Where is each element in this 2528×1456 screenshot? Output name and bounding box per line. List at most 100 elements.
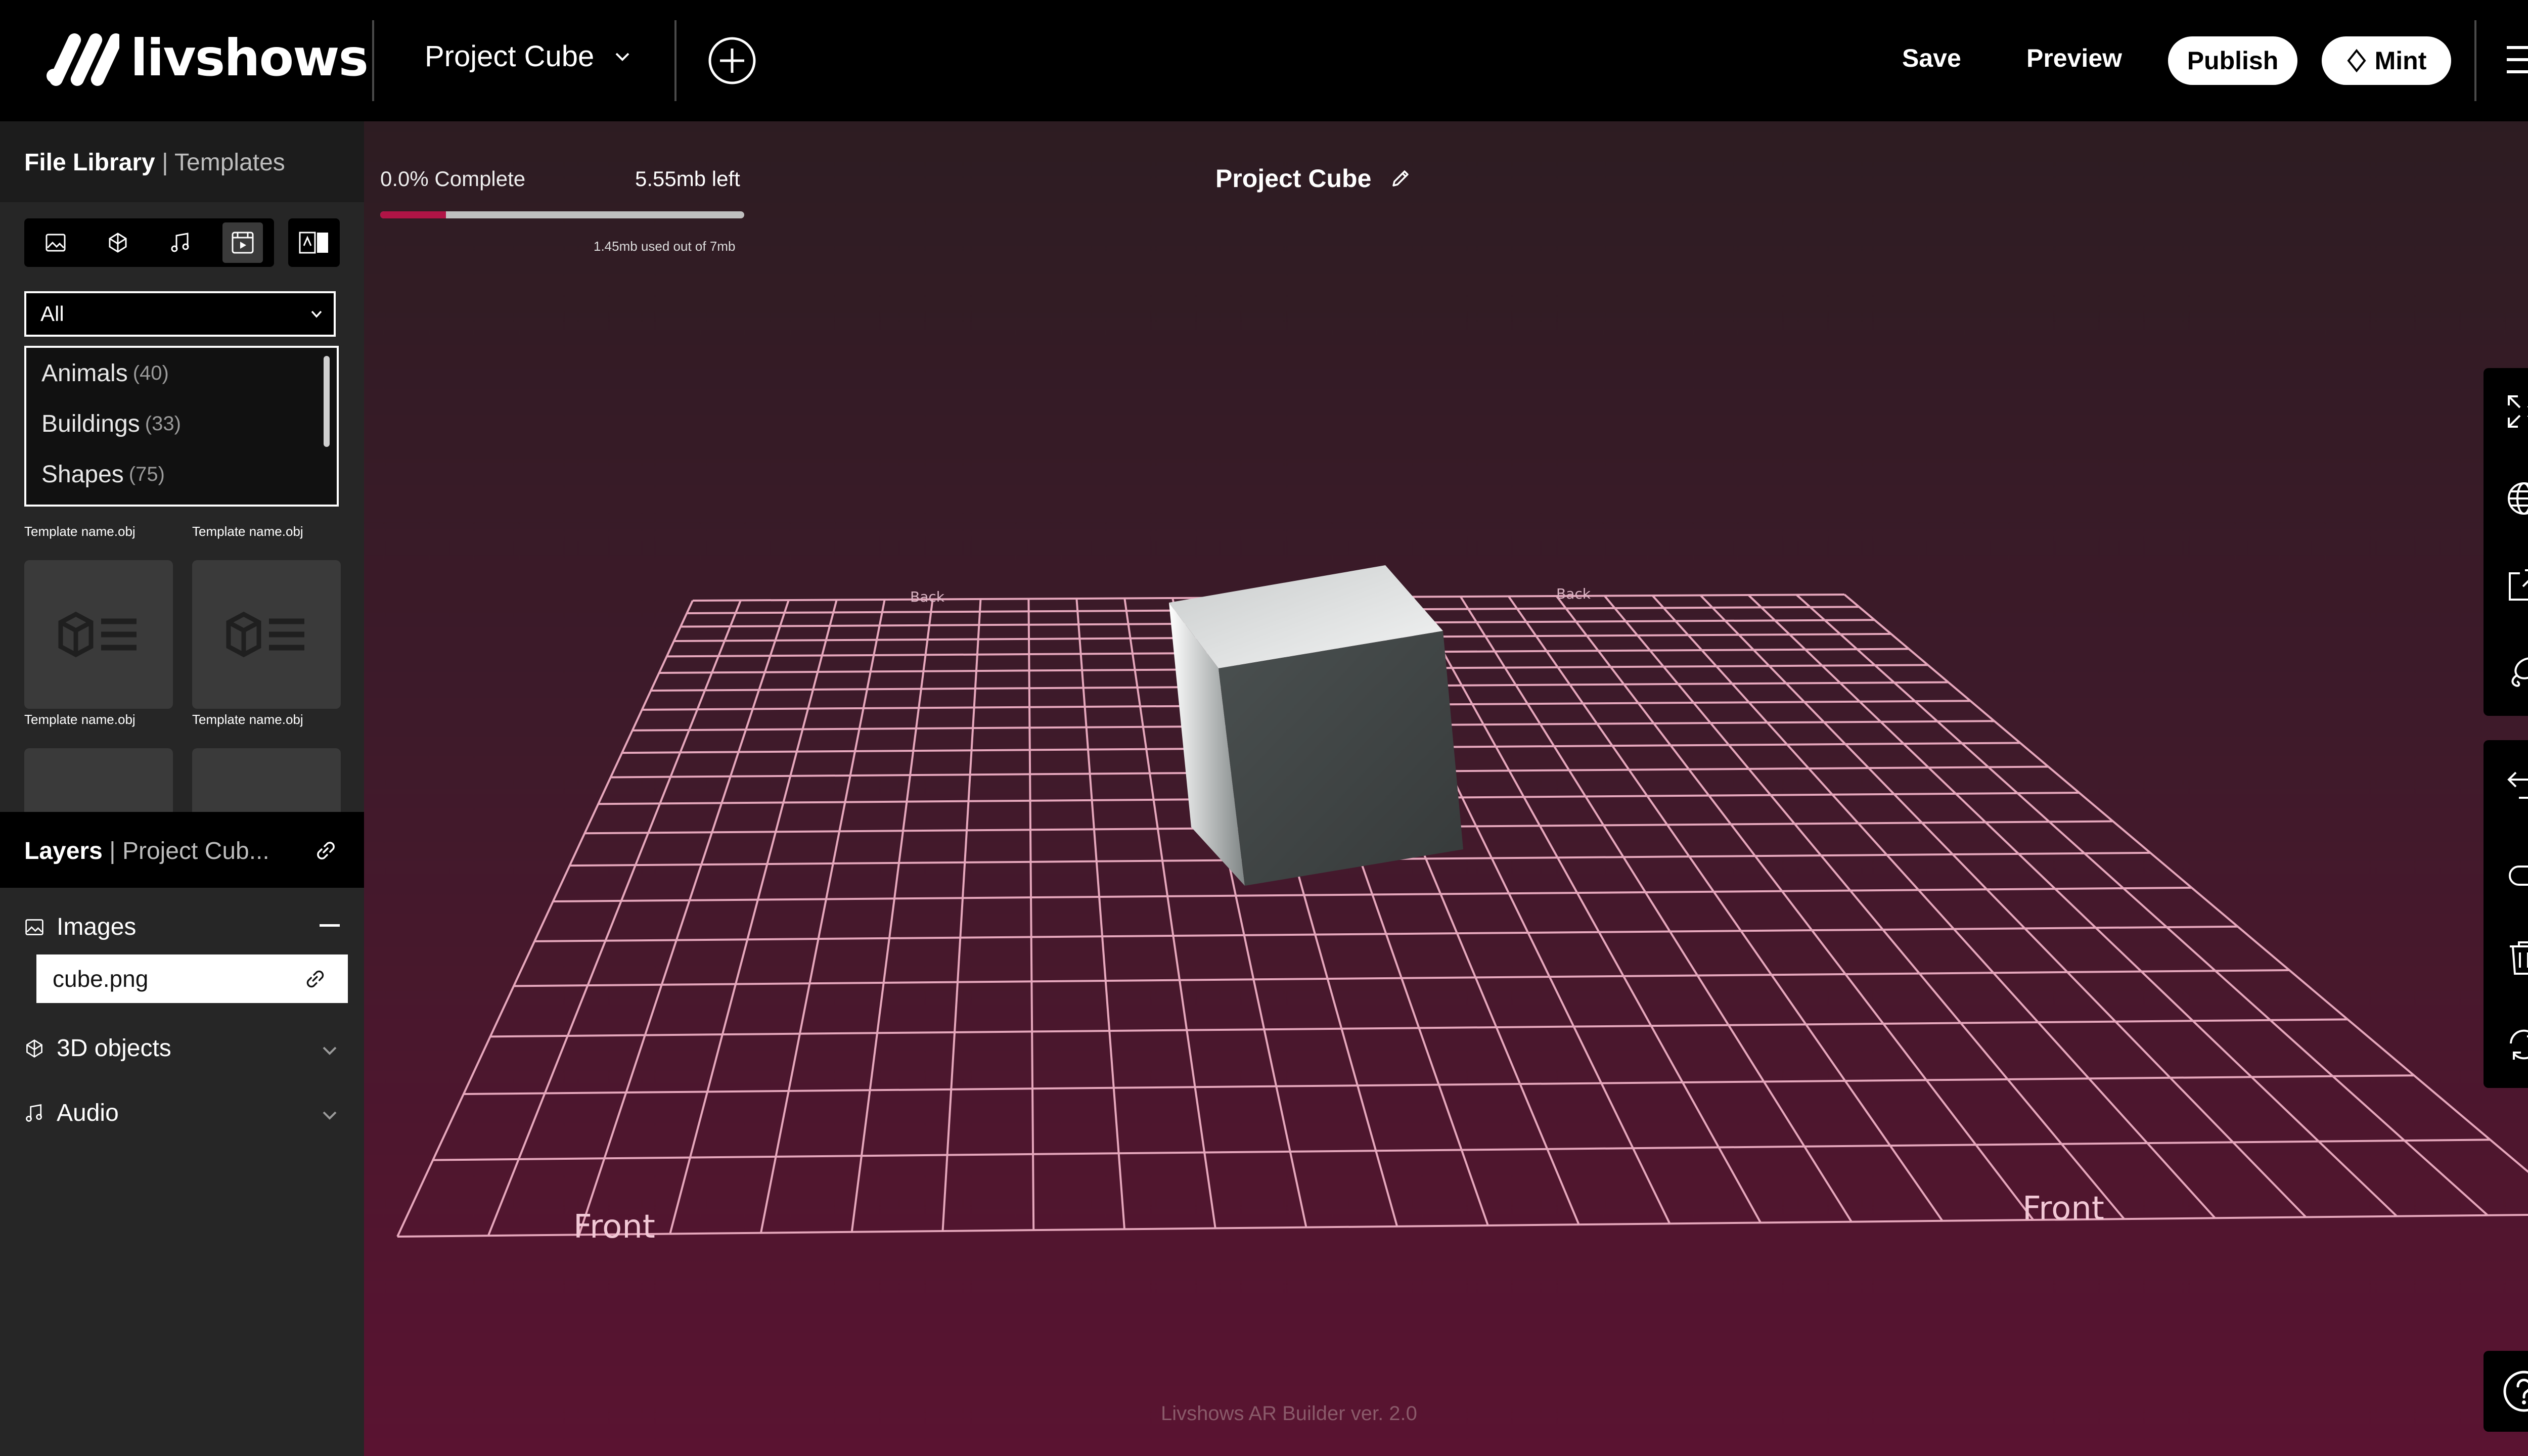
resize-icon (2509, 569, 2528, 601)
storage-left: 5.55mb left (635, 167, 740, 191)
layer-group-images[interactable]: Images (24, 913, 340, 941)
version-label: Livshows AR Builder ver. 2.0 (1161, 1402, 1417, 1425)
grid-line (487, 600, 742, 1236)
publish-label: Publish (2187, 47, 2279, 75)
category-selected: All (40, 302, 64, 326)
category-option-animals[interactable]: Animals (40) (26, 348, 337, 398)
menu-button[interactable] (2506, 44, 2528, 75)
project-select[interactable]: Project Cube (425, 39, 633, 73)
canvas-title: Project Cube (1215, 164, 1412, 193)
chevron-down-icon[interactable] (320, 1040, 340, 1061)
tile-label: Template name.obj (192, 524, 303, 539)
grid-line (850, 599, 934, 1233)
lasso-icon (2511, 657, 2528, 687)
layers-link-button[interactable] (312, 837, 339, 863)
dropdown-scrollbar[interactable] (324, 356, 330, 447)
tile-label: Template name.obj (192, 712, 303, 727)
filter-ar[interactable] (288, 218, 340, 267)
undo-button[interactable] (2484, 740, 2528, 827)
filter-audio[interactable] (160, 222, 201, 263)
mint-label: Mint (2374, 47, 2427, 75)
3d-model-icon (58, 611, 137, 658)
layer-group-label: 3D objects (57, 1035, 171, 1062)
category-select[interactable]: All (24, 291, 336, 337)
tile-label: Template name.obj (24, 712, 136, 727)
progress-bar (380, 211, 744, 218)
pencil-icon[interactable] (1389, 167, 1412, 190)
grid-front-label: Front (573, 1208, 655, 1246)
undo-icon (2507, 771, 2528, 799)
grid-line (534, 925, 2238, 942)
template-tile[interactable] (24, 748, 173, 812)
reset-button[interactable] (2484, 1001, 2528, 1088)
save-button[interactable]: Save (1902, 43, 1961, 73)
chevron-down-icon (615, 53, 629, 61)
layer-group-audio[interactable]: Audio (24, 1099, 340, 1127)
add-button[interactable] (707, 35, 757, 86)
category-option-buildings[interactable]: Buildings (33) (26, 398, 337, 449)
grid-line (396, 600, 694, 1237)
link-icon[interactable] (302, 966, 328, 991)
delete-button[interactable] (2484, 914, 2528, 1001)
grid-line (1507, 596, 1944, 1221)
header-divider (372, 20, 374, 101)
tab-file-library[interactable]: File Library (24, 149, 155, 176)
header-divider (674, 20, 676, 101)
layers-project-name: Project Cub... (122, 838, 269, 864)
category-option-shapes[interactable]: Shapes (75) (26, 449, 337, 499)
grid-line (578, 600, 790, 1235)
mint-button[interactable]: Mint (2322, 36, 2451, 85)
tab-templates[interactable]: Templates (174, 149, 285, 176)
header-divider (2474, 20, 2476, 101)
template-tile[interactable] (192, 748, 341, 812)
grid-back-label: Back (1556, 585, 1591, 602)
preview-button[interactable]: Preview (2026, 43, 2122, 73)
layers-title: Layers | Project Cub... (24, 838, 269, 864)
grid-line (1027, 599, 1035, 1231)
layers-label: Layers (24, 838, 103, 864)
filter-video[interactable] (222, 222, 263, 263)
filter-images[interactable] (35, 222, 76, 263)
lasso-button[interactable] (2484, 629, 2528, 716)
layer-group-label: Images (57, 914, 137, 940)
filter-3d-objects[interactable] (98, 222, 138, 263)
layer-group-label: Audio (57, 1100, 119, 1126)
diamond-icon (2347, 49, 2366, 73)
grid-line (1747, 594, 2398, 1217)
grid-line (1603, 595, 2125, 1220)
hamburger-menu-icon (2507, 46, 2528, 73)
music-note-icon (26, 1104, 42, 1122)
redo-button[interactable] (2484, 827, 2528, 914)
layer-item[interactable]: cube.png (36, 954, 348, 1003)
file-type-filter (24, 218, 274, 267)
image-icon (46, 234, 66, 252)
scale-button[interactable] (2484, 542, 2528, 629)
layer-group-3d-objects[interactable]: 3D objects (24, 1034, 340, 1062)
tab-separator: | (162, 149, 168, 176)
collapse-icon[interactable] (320, 924, 340, 927)
3d-model-icon (226, 611, 304, 658)
help-button[interactable] (2484, 1351, 2528, 1432)
top-bar (0, 0, 2528, 121)
progress-label: 0.0% Complete (380, 167, 526, 191)
fullscreen-button[interactable] (2484, 368, 2528, 455)
grid-line (397, 1214, 2528, 1238)
cube-object[interactable] (1169, 565, 1463, 886)
3d-object-icon (109, 233, 127, 253)
logo[interactable]: livshows (43, 27, 369, 88)
grid-line (490, 1018, 2348, 1038)
grid-line (941, 599, 982, 1232)
grid-line (1412, 596, 1762, 1223)
grid-line (1651, 595, 2216, 1219)
video-icon (232, 232, 254, 254)
publish-button[interactable]: Publish (2168, 36, 2297, 85)
grid-line (433, 1139, 2491, 1161)
link-icon (317, 842, 335, 859)
chevron-down-icon[interactable] (320, 1105, 340, 1125)
globe-button[interactable] (2484, 455, 2528, 542)
template-tile[interactable] (192, 560, 341, 709)
grid-line (463, 1074, 2414, 1096)
grid-line (514, 969, 2290, 987)
template-tile[interactable] (24, 560, 173, 709)
ar-canvas[interactable]: Front Front Back Back (364, 121, 2528, 1456)
